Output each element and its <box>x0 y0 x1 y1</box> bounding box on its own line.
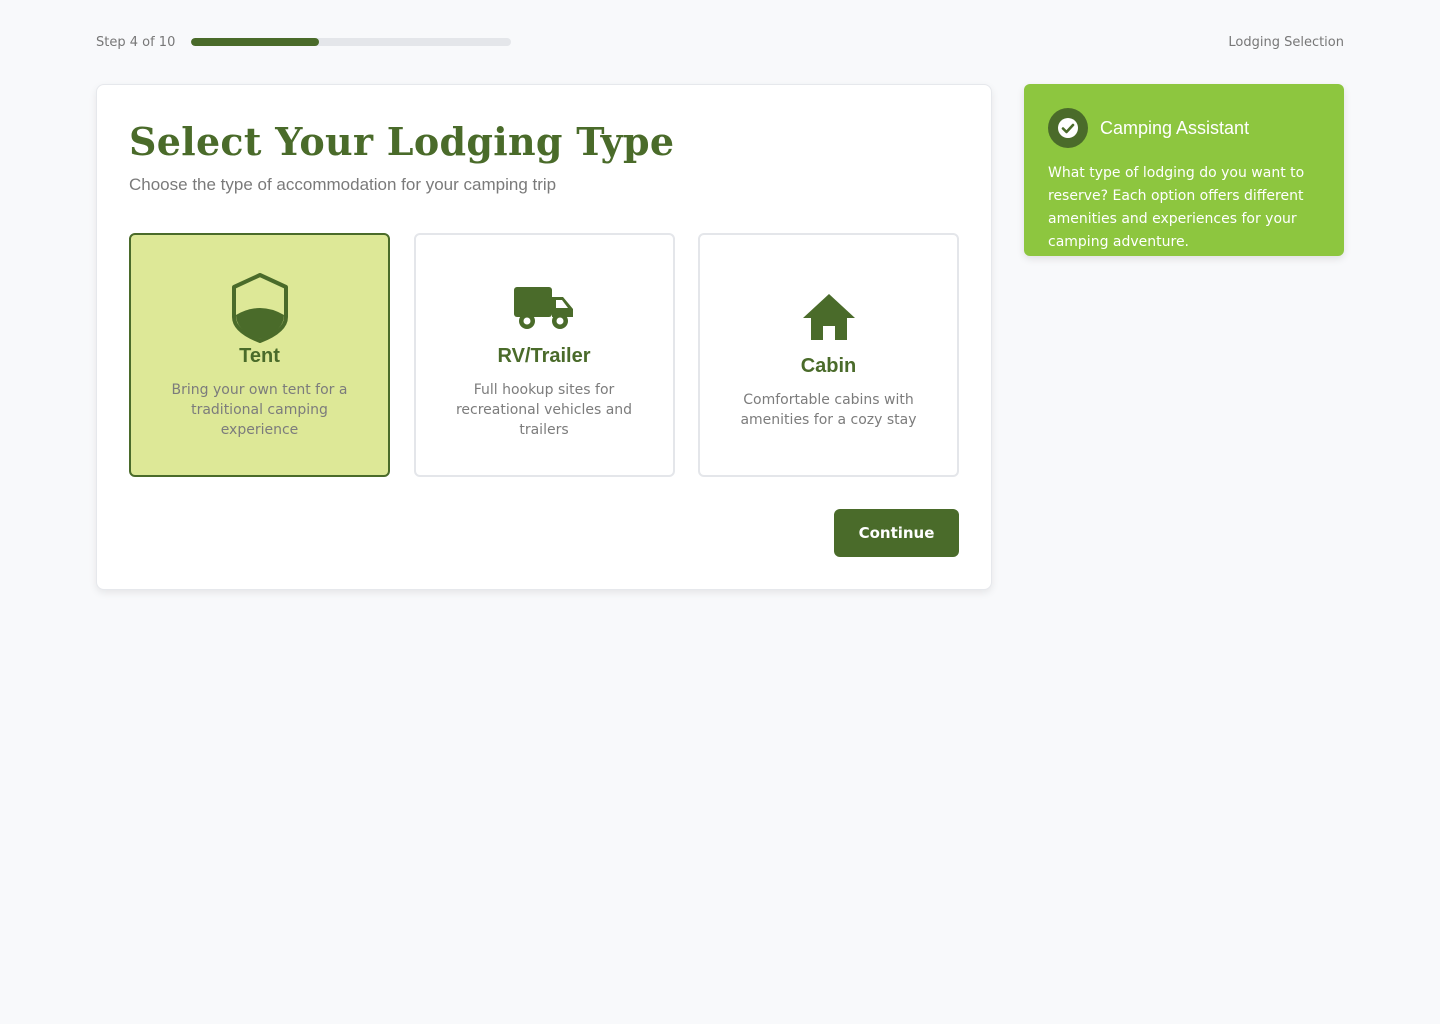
option-tent[interactable]: Tent Bring your own tent for a tradition… <box>129 233 390 477</box>
lodging-card: Select Your Lodging Type Choose the type… <box>96 84 992 590</box>
progress-header: Step 4 of 10 Lodging Selection <box>96 30 1344 54</box>
option-rv-trailer[interactable]: RV/Trailer Full hookup sites for recreat… <box>413 233 675 477</box>
option-title: Tent <box>239 344 280 367</box>
tent-icon <box>228 271 292 343</box>
option-description: Full hookup sites for recreational vehic… <box>455 381 633 438</box>
progress-bar <box>191 38 512 46</box>
section-label: Lodging Selection <box>1228 34 1344 50</box>
assistant-title: Camping Assistant <box>1100 117 1250 138</box>
page-title: Select Your Lodging Type <box>129 119 675 164</box>
option-cabin[interactable]: Cabin Comfortable cabins with amenities … <box>698 233 959 477</box>
progress-bar-fill <box>191 38 320 46</box>
lodging-options: Tent Bring your own tent for a tradition… <box>129 233 959 477</box>
option-description: Bring your own tent for a traditional ca… <box>171 381 348 438</box>
assistant-header: Camping Assistant <box>1048 108 1320 148</box>
assistant-message: What type of lodging do you want to rese… <box>1048 165 1305 250</box>
truck-icon <box>512 271 576 343</box>
option-description: Comfortable cabins with amenities for a … <box>740 391 917 428</box>
house-icon <box>797 281 861 353</box>
continue-button[interactable]: Continue <box>834 509 959 557</box>
option-title: RV/Trailer <box>497 344 591 367</box>
step-indicator: Step 4 of 10 <box>96 34 512 50</box>
step-label: Step 4 of 10 <box>96 34 176 50</box>
camping-assistant-panel: Camping Assistant What type of lodging d… <box>1024 84 1344 256</box>
check-circle-icon <box>1048 108 1088 148</box>
option-title: Cabin <box>800 354 857 377</box>
page-subtitle: Choose the type of accommodation for you… <box>129 175 557 194</box>
